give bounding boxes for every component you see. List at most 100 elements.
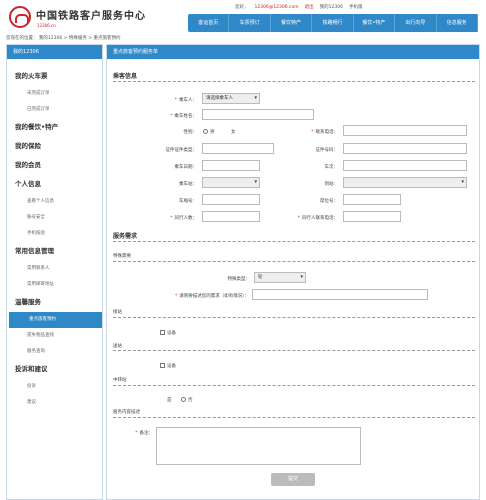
sidebar-item-lost-found[interactable]: 遗失物品查找 bbox=[7, 328, 102, 344]
passenger-select[interactable]: 请选择乘车人 bbox=[202, 93, 260, 104]
name-input[interactable] bbox=[202, 109, 314, 120]
radio-icon bbox=[181, 397, 186, 402]
contact-input[interactable] bbox=[343, 125, 467, 136]
mobile-version-link[interactable]: 手机版 bbox=[349, 5, 363, 10]
divider bbox=[113, 81, 475, 82]
needs-desc-input[interactable] bbox=[252, 289, 428, 300]
companion-phone-input[interactable] bbox=[343, 211, 401, 222]
divider bbox=[113, 317, 475, 318]
id-no-label: 证件号码： bbox=[315, 148, 339, 153]
to-label: 到站： bbox=[324, 182, 339, 187]
sidebar-item-finished[interactable]: 已完成订单 bbox=[7, 102, 102, 118]
sidebar-item-address[interactable]: 常用邮寄地址 bbox=[7, 277, 102, 293]
railway-logo-icon[interactable] bbox=[9, 6, 31, 28]
date-input[interactable] bbox=[202, 160, 260, 171]
sidebar-header[interactable]: 我的12306 bbox=[7, 45, 102, 59]
sidebar-item-suggestion[interactable]: 建议 bbox=[7, 395, 102, 411]
id-no-input[interactable] bbox=[343, 143, 467, 154]
nav-group[interactable]: 餐饮特产 bbox=[271, 14, 313, 32]
date-label: 乘车日期： bbox=[174, 165, 198, 170]
car-input[interactable] bbox=[202, 194, 260, 205]
name-label: * 乘车姓名： bbox=[170, 114, 197, 119]
gender-label: 性别： bbox=[183, 130, 198, 135]
submit-button[interactable]: 提交 bbox=[271, 473, 315, 486]
divider bbox=[113, 261, 475, 262]
divider bbox=[113, 385, 475, 386]
breadcrumb: 您现在的位置： 我的12306 > 特殊服务 > 重点旅客预约 bbox=[6, 36, 121, 41]
logout-link[interactable]: 退出 bbox=[305, 5, 314, 10]
radio-icon bbox=[203, 129, 208, 134]
main-nav: 客运首页 车票预订 餐饮特产 铁路畅行 餐饮•特产 出行向导 信息服务 bbox=[188, 14, 478, 32]
nav-guide[interactable]: 出行向导 bbox=[395, 14, 437, 32]
dropoff-label: 送站 bbox=[113, 344, 122, 349]
sidebar-section-member[interactable]: 我的会员 bbox=[7, 156, 102, 175]
checkbox-icon bbox=[160, 330, 165, 335]
id-type-label: 证件证件类型： bbox=[165, 148, 198, 153]
seat-label: 席位号： bbox=[320, 199, 338, 204]
dropoff-equipment-checkbox[interactable]: 设备 bbox=[160, 363, 176, 369]
companion-phone-label: * 同行人联系电话： bbox=[297, 216, 338, 221]
divider bbox=[113, 350, 475, 351]
top-header: 中国铁路客户服务中心 12306.cn 您好， 12306@12306.com 退出… bbox=[0, 0, 486, 41]
sidebar-item-service-query[interactable]: 服务查询 bbox=[7, 344, 102, 360]
sidebar-section-insurance[interactable]: 我的保险 bbox=[7, 137, 102, 156]
sidebar-section-personal[interactable]: 个人信息 bbox=[7, 175, 102, 194]
pickup-label: 接站 bbox=[113, 310, 122, 315]
car-label: 车厢号： bbox=[179, 199, 197, 204]
user-bar: 您好， 12306@12306.com 退出 我的12306 手机版 bbox=[235, 4, 369, 10]
divider bbox=[113, 417, 475, 418]
my-12306-menu[interactable]: 我的12306 bbox=[320, 5, 343, 10]
train-label: 车次： bbox=[324, 165, 339, 170]
sidebar: 我的12306 我的火车票 未完成订单 已完成订单 我的餐饮•特产 我的保险 我… bbox=[6, 44, 103, 500]
sidebar-section-tickets[interactable]: 我的火车票 bbox=[7, 67, 102, 86]
checkbox-icon bbox=[160, 363, 165, 368]
transfer-label: 中转站 bbox=[113, 378, 127, 383]
sidebar-item-view-info[interactable]: 查看个人信息 bbox=[7, 194, 102, 210]
special-type-label: 特殊类型： bbox=[227, 277, 251, 282]
transfer-no-radio[interactable]: 否 bbox=[181, 397, 193, 403]
remark-textarea[interactable] bbox=[156, 427, 361, 465]
section-service-needs: 服务需求 bbox=[113, 233, 138, 240]
nav-home[interactable]: 客运首页 bbox=[188, 14, 230, 32]
from-label: 乘车站： bbox=[179, 182, 197, 187]
nav-info[interactable]: 信息服务 bbox=[437, 14, 478, 32]
remark-label: * 备注： bbox=[135, 431, 153, 436]
sidebar-item-unfinished[interactable]: 未完成订单 bbox=[7, 86, 102, 102]
gender-female-radio[interactable]: 女 bbox=[231, 129, 236, 135]
sidebar-section-food[interactable]: 我的餐饮•特产 bbox=[7, 118, 102, 137]
transfer-yes-radio[interactable]: 是 bbox=[167, 397, 172, 403]
nav-ticket[interactable]: 车票预订 bbox=[229, 14, 271, 32]
to-select[interactable] bbox=[343, 177, 467, 188]
seat-input[interactable] bbox=[343, 194, 401, 205]
sidebar-item-contacts[interactable]: 常用联系人 bbox=[7, 261, 102, 277]
service-desc-label: 服务内容描述 bbox=[113, 410, 140, 415]
user-email-link[interactable]: 12306@12306.com bbox=[255, 5, 299, 10]
id-type-input[interactable] bbox=[202, 143, 274, 154]
site-url: 12306.cn bbox=[37, 23, 56, 28]
special-needs-label: 特殊需要 bbox=[113, 254, 131, 259]
site-title: 中国铁路客户服务中心 bbox=[36, 11, 146, 22]
count-input[interactable] bbox=[202, 211, 260, 222]
sidebar-item-security[interactable]: 账号安全 bbox=[7, 210, 102, 226]
sidebar-section-service[interactable]: 温馨服务 bbox=[7, 293, 102, 312]
from-select[interactable] bbox=[202, 177, 260, 188]
divider bbox=[113, 241, 475, 242]
nav-travel[interactable]: 铁路畅行 bbox=[312, 14, 354, 32]
special-type-select[interactable]: 轮 bbox=[254, 272, 306, 283]
section-passenger-info: 乘客信息 bbox=[113, 73, 138, 80]
gender-male-radio[interactable]: 男 bbox=[203, 129, 215, 135]
main-panel: 重点旅客预约服务单 乘客信息 *乘车人： 请选择乘车人 *乘车姓名： 性别： 男… bbox=[106, 44, 480, 500]
pickup-equipment-checkbox[interactable]: 设备 bbox=[160, 330, 176, 336]
sidebar-item-phone-verify[interactable]: 手机核验 bbox=[7, 226, 102, 242]
nav-food[interactable]: 餐饮•特产 bbox=[354, 14, 396, 32]
contact-label: * 联系电话： bbox=[311, 130, 338, 135]
sidebar-section-feedback[interactable]: 投诉和建议 bbox=[7, 360, 102, 379]
needs-desc-label: * 请简要描述您的需求（如有情况）： bbox=[175, 294, 249, 299]
count-label: * 同行人数： bbox=[170, 216, 197, 221]
sidebar-item-complaint[interactable]: 投诉 bbox=[7, 379, 102, 395]
greeting-label: 您好， bbox=[235, 5, 249, 10]
train-input[interactable] bbox=[343, 160, 467, 171]
sidebar-item-priority-passenger[interactable]: 重点旅客预约 bbox=[9, 312, 102, 328]
passenger-label: * 乘车人： bbox=[174, 98, 197, 103]
sidebar-section-common[interactable]: 常用信息管理 bbox=[7, 242, 102, 261]
